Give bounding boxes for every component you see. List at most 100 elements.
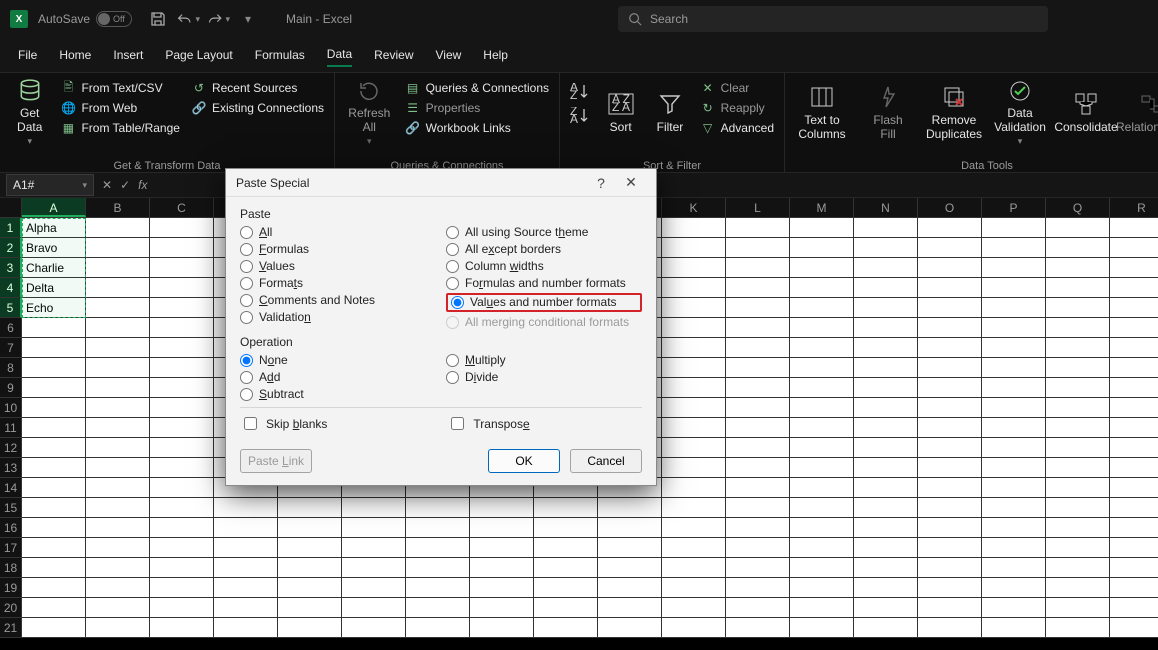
cell[interactable] <box>790 538 854 558</box>
cell[interactable] <box>726 438 790 458</box>
tab-view[interactable]: View <box>436 44 462 66</box>
cell[interactable] <box>1110 618 1158 638</box>
clear-button[interactable]: ✕Clear <box>701 81 774 95</box>
cell[interactable] <box>790 558 854 578</box>
cell[interactable] <box>1110 438 1158 458</box>
cell[interactable] <box>342 538 406 558</box>
tab-help[interactable]: Help <box>483 44 508 66</box>
workbook-links-button[interactable]: 🔗Workbook Links <box>406 121 549 135</box>
row-header[interactable]: 12 <box>0 438 22 458</box>
cell[interactable] <box>854 578 918 598</box>
cell[interactable] <box>22 518 86 538</box>
cell[interactable] <box>662 338 726 358</box>
cell[interactable] <box>854 418 918 438</box>
cell[interactable] <box>726 618 790 638</box>
checkbox-skip-blanks[interactable]: Skip blanks <box>240 414 327 433</box>
cell[interactable] <box>150 558 214 578</box>
tab-formulas[interactable]: Formulas <box>255 44 305 66</box>
recent-sources-button[interactable]: ↺Recent Sources <box>192 81 324 95</box>
row-header[interactable]: 6 <box>0 318 22 338</box>
row-header[interactable]: 19 <box>0 578 22 598</box>
cancel-button[interactable]: Cancel <box>570 449 642 473</box>
cell[interactable] <box>918 558 982 578</box>
cell[interactable] <box>854 238 918 258</box>
cell[interactable] <box>918 338 982 358</box>
cell[interactable] <box>1110 238 1158 258</box>
cell[interactable] <box>1110 578 1158 598</box>
cell[interactable] <box>406 578 470 598</box>
cell[interactable] <box>662 518 726 538</box>
cell[interactable] <box>598 578 662 598</box>
cell[interactable] <box>86 398 150 418</box>
radio-all[interactable]: All <box>240 225 436 239</box>
cell[interactable] <box>662 358 726 378</box>
cell[interactable] <box>982 498 1046 518</box>
cell[interactable] <box>22 558 86 578</box>
redo-icon[interactable]: ▾ <box>206 7 230 31</box>
cell[interactable] <box>854 598 918 618</box>
cell[interactable] <box>918 458 982 478</box>
reapply-button[interactable]: ↻Reapply <box>701 101 774 115</box>
cell[interactable] <box>534 518 598 538</box>
radio-all-source-theme[interactable]: All using Source theme <box>446 225 642 239</box>
cell[interactable] <box>150 318 214 338</box>
cell[interactable] <box>150 358 214 378</box>
cell[interactable] <box>1046 238 1110 258</box>
cell[interactable] <box>1046 278 1110 298</box>
cell[interactable] <box>726 258 790 278</box>
tab-insert[interactable]: Insert <box>113 44 143 66</box>
cell[interactable] <box>406 558 470 578</box>
cell[interactable] <box>470 558 534 578</box>
cell[interactable] <box>982 298 1046 318</box>
cell[interactable] <box>1110 458 1158 478</box>
cell[interactable] <box>1046 418 1110 438</box>
cell[interactable] <box>1110 498 1158 518</box>
cell[interactable] <box>150 338 214 358</box>
cell[interactable] <box>790 578 854 598</box>
cell[interactable] <box>150 518 214 538</box>
cell[interactable] <box>150 578 214 598</box>
cell[interactable] <box>1046 518 1110 538</box>
from-tablerange-button[interactable]: ▦From Table/Range <box>61 121 180 135</box>
row-header[interactable]: 15 <box>0 498 22 518</box>
cell[interactable] <box>790 458 854 478</box>
cell[interactable] <box>1110 478 1158 498</box>
select-all-corner[interactable] <box>0 198 22 218</box>
tab-data[interactable]: Data <box>327 43 352 67</box>
cell[interactable] <box>22 458 86 478</box>
cell[interactable] <box>726 218 790 238</box>
cell[interactable] <box>534 578 598 598</box>
cell[interactable] <box>534 558 598 578</box>
cell[interactable] <box>726 338 790 358</box>
tab-file[interactable]: File <box>18 44 37 66</box>
cell[interactable] <box>854 458 918 478</box>
cell[interactable] <box>726 478 790 498</box>
cell[interactable] <box>790 418 854 438</box>
cell[interactable] <box>1046 618 1110 638</box>
cell[interactable] <box>214 558 278 578</box>
cell[interactable] <box>22 318 86 338</box>
cell[interactable] <box>150 258 214 278</box>
cell[interactable] <box>662 298 726 318</box>
cell[interactable] <box>790 398 854 418</box>
cell[interactable] <box>22 358 86 378</box>
row-header[interactable]: 2 <box>0 238 22 258</box>
row-header[interactable]: 21 <box>0 618 22 638</box>
cell[interactable] <box>150 618 214 638</box>
help-button[interactable]: ? <box>586 175 616 191</box>
cell[interactable] <box>150 478 214 498</box>
cell[interactable] <box>790 438 854 458</box>
cell[interactable] <box>662 618 726 638</box>
cell[interactable] <box>854 318 918 338</box>
cell[interactable] <box>1110 298 1158 318</box>
cell[interactable] <box>470 578 534 598</box>
cell[interactable] <box>918 278 982 298</box>
cell[interactable] <box>982 458 1046 478</box>
row-header[interactable]: 16 <box>0 518 22 538</box>
cell[interactable] <box>406 518 470 538</box>
cell[interactable] <box>982 558 1046 578</box>
cell[interactable] <box>726 418 790 438</box>
refresh-all-button[interactable]: Refresh All ▾ <box>345 77 394 147</box>
cell[interactable] <box>726 278 790 298</box>
cell[interactable] <box>470 498 534 518</box>
